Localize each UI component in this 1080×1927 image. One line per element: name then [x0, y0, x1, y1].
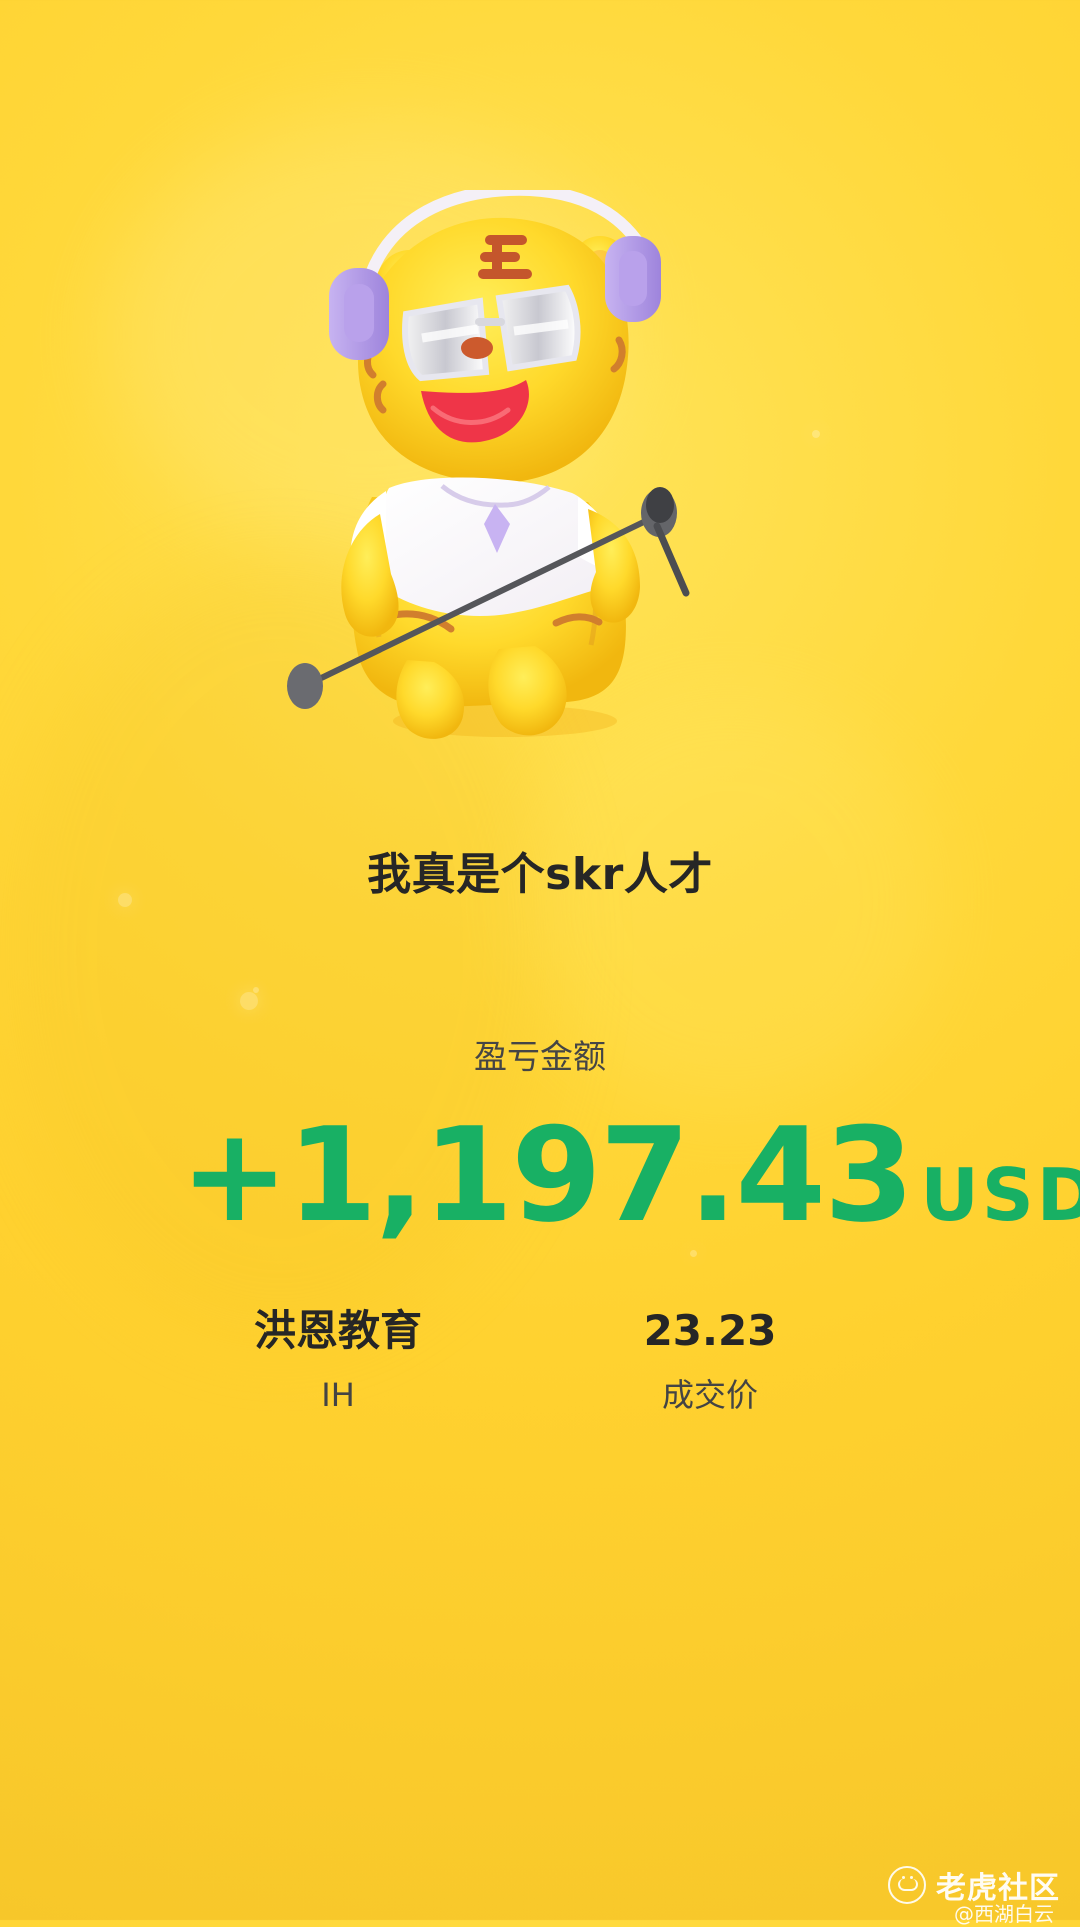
profit-loss-amount: +1,197.43 USD	[180, 1110, 1080, 1250]
trade-price-info: 23.23 成交价	[560, 1306, 860, 1415]
sparkle	[253, 987, 259, 993]
watermark-subtext: @西湖白云	[954, 1902, 1054, 1926]
stock-info: 洪恩教育 IH	[188, 1306, 488, 1415]
profit-loss-value: +1,197.43	[180, 1099, 914, 1251]
sparkle	[240, 992, 258, 1010]
profit-loss-label: 盈亏金额	[474, 1037, 606, 1076]
stock-name: 洪恩教育	[253, 1306, 422, 1355]
tiger-mascot-icon	[285, 190, 765, 750]
sparkle	[690, 1250, 697, 1257]
sparkle	[812, 430, 820, 438]
trade-price-value: 23.23	[643, 1306, 777, 1355]
tiger-logo-icon	[888, 1866, 926, 1904]
currency-code: USD	[920, 1153, 1080, 1237]
trade-price-label: 成交价	[661, 1376, 758, 1415]
page-title: 我真是个skr人才	[367, 849, 713, 900]
stock-symbol: IH	[321, 1376, 355, 1415]
